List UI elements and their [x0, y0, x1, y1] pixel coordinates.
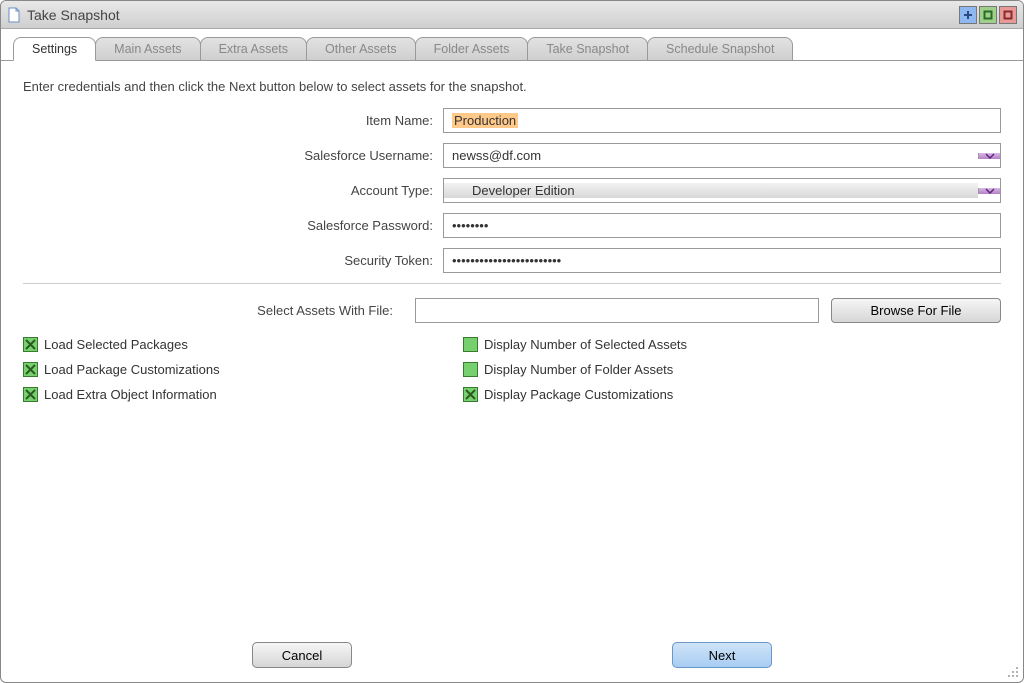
input-salesforce-password-value: ••••••••	[452, 218, 488, 233]
window-title: Take Snapshot	[27, 7, 953, 23]
checkbox-display-number-selected-assets[interactable]: Display Number of Selected Assets	[463, 337, 903, 352]
row-account-type: Account Type: Developer Edition	[23, 178, 1001, 203]
instructions-text: Enter credentials and then click the Nex…	[23, 79, 1001, 94]
checkbox-icon	[23, 387, 38, 402]
label-account-type: Account Type:	[23, 183, 443, 198]
label-salesforce-password: Salesforce Password:	[23, 218, 443, 233]
tab-strip: Settings Main Assets Extra Assets Other …	[1, 29, 1023, 61]
label-select-assets-file: Select Assets With File:	[23, 303, 403, 318]
dropdown-button-username[interactable]	[978, 153, 1000, 159]
input-item-name-value: Production	[452, 113, 518, 128]
checkbox-icon	[23, 337, 38, 352]
tab-main-assets[interactable]: Main Assets	[95, 37, 200, 61]
options-grid: Load Selected Packages Load Package Cust…	[23, 337, 1001, 412]
row-salesforce-password: Salesforce Password: ••••••••	[23, 213, 1001, 238]
checkbox-icon	[463, 362, 478, 377]
browse-for-file-button[interactable]: Browse For File	[831, 298, 1001, 323]
window-close-button[interactable]	[999, 6, 1017, 24]
tab-content-settings: Enter credentials and then click the Nex…	[1, 61, 1023, 682]
next-button[interactable]: Next	[672, 642, 772, 668]
tab-schedule-snapshot[interactable]: Schedule Snapshot	[647, 37, 793, 61]
dropdown-button-account-type[interactable]	[978, 188, 1000, 194]
window-add-button[interactable]	[959, 6, 977, 24]
checkbox-label: Display Package Customizations	[484, 387, 673, 402]
label-security-token: Security Token:	[23, 253, 443, 268]
checkbox-display-number-folder-assets[interactable]: Display Number of Folder Assets	[463, 362, 903, 377]
chevron-down-icon	[985, 188, 995, 194]
checkbox-icon	[463, 337, 478, 352]
select-account-type[interactable]: Developer Edition	[443, 178, 1001, 203]
input-security-token[interactable]: ••••••••••••••••••••••••	[443, 248, 1001, 273]
cancel-button[interactable]: Cancel	[252, 642, 352, 668]
chevron-down-icon	[985, 153, 995, 159]
checkbox-label: Load Selected Packages	[44, 337, 188, 352]
checkbox-label: Display Number of Folder Assets	[484, 362, 673, 377]
input-salesforce-username[interactable]: newss@df.com	[443, 143, 1001, 168]
window-take-snapshot: Take Snapshot Settings Main Assets Extra…	[0, 0, 1024, 683]
row-salesforce-username: Salesforce Username: newss@df.com	[23, 143, 1001, 168]
divider	[23, 283, 1001, 284]
options-column-left: Load Selected Packages Load Package Cust…	[23, 337, 463, 412]
tab-take-snapshot[interactable]: Take Snapshot	[527, 37, 648, 61]
input-item-name[interactable]: Production	[443, 108, 1001, 133]
tab-other-assets[interactable]: Other Assets	[306, 37, 416, 61]
document-icon	[7, 7, 21, 23]
tab-folder-assets[interactable]: Folder Assets	[415, 37, 529, 61]
checkbox-icon	[23, 362, 38, 377]
select-account-type-value: Developer Edition	[444, 183, 978, 198]
input-security-token-value: ••••••••••••••••••••••••	[452, 253, 561, 268]
window-controls	[959, 6, 1017, 24]
checkbox-load-selected-packages[interactable]: Load Selected Packages	[23, 337, 463, 352]
resize-grip-icon[interactable]	[1007, 666, 1019, 678]
checkbox-label: Display Number of Selected Assets	[484, 337, 687, 352]
checkbox-label: Load Extra Object Information	[44, 387, 217, 402]
titlebar: Take Snapshot	[1, 1, 1023, 29]
input-salesforce-password[interactable]: ••••••••	[443, 213, 1001, 238]
label-item-name: Item Name:	[23, 113, 443, 128]
row-item-name: Item Name: Production	[23, 108, 1001, 133]
input-salesforce-username-value: newss@df.com	[444, 148, 978, 163]
tab-settings[interactable]: Settings	[13, 37, 96, 61]
window-maximize-button[interactable]	[979, 6, 997, 24]
checkbox-load-package-customizations[interactable]: Load Package Customizations	[23, 362, 463, 377]
options-column-right: Display Number of Selected Assets Displa…	[463, 337, 903, 412]
checkbox-icon	[463, 387, 478, 402]
footer-buttons: Cancel Next	[1, 642, 1023, 668]
checkbox-display-package-customizations[interactable]: Display Package Customizations	[463, 387, 903, 402]
checkbox-load-extra-object-information[interactable]: Load Extra Object Information	[23, 387, 463, 402]
checkbox-label: Load Package Customizations	[44, 362, 220, 377]
label-salesforce-username: Salesforce Username:	[23, 148, 443, 163]
row-security-token: Security Token: ••••••••••••••••••••••••	[23, 248, 1001, 273]
tab-extra-assets[interactable]: Extra Assets	[200, 37, 307, 61]
input-select-assets-file[interactable]	[415, 298, 819, 323]
row-select-assets-file: Select Assets With File: Browse For File	[23, 298, 1001, 323]
